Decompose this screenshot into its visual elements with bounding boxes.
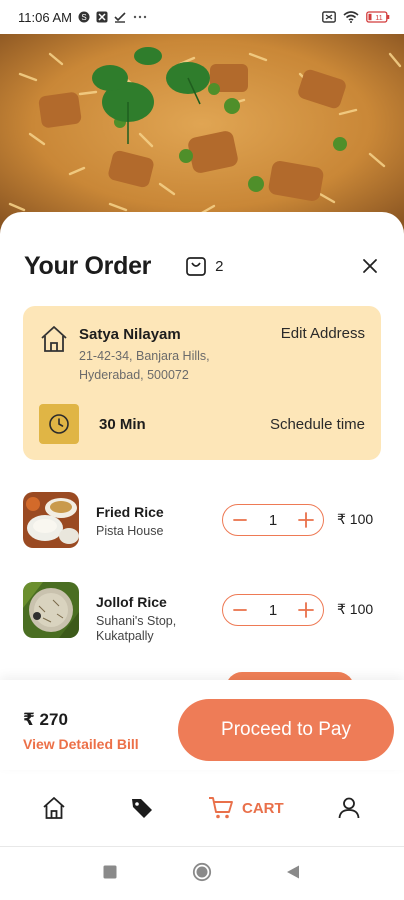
nav-profile[interactable] xyxy=(337,796,361,820)
fried-rice-thumbnail xyxy=(23,492,79,548)
close-button[interactable] xyxy=(358,254,382,278)
schedule-time-link[interactable]: Schedule time xyxy=(270,416,365,433)
svg-text:S: S xyxy=(81,13,86,22)
plus-icon xyxy=(298,602,314,618)
nav-offers[interactable] xyxy=(130,796,154,820)
minus-icon xyxy=(233,609,247,611)
delivery-eta: 30 Min xyxy=(99,416,146,433)
food-hero-image xyxy=(0,34,404,234)
home-icon xyxy=(43,797,65,819)
cart-count-value: 2 xyxy=(215,257,224,275)
item-name: Jollof Rice xyxy=(96,594,167,610)
address-line-2: Hyderabad, 500072 xyxy=(79,368,189,382)
recent-apps-icon[interactable] xyxy=(102,864,118,880)
checkout-bar: ₹ 270 View Detailed Bill Proceed to Pay xyxy=(0,680,404,770)
nav-cart-label: CART xyxy=(242,799,284,817)
minus-icon xyxy=(233,519,247,521)
order-sheet: Your Order 2 Satya Nilayam 21-42-34, Ban… xyxy=(0,212,404,900)
back-icon[interactable] xyxy=(285,864,301,880)
battery-icon: 11 xyxy=(366,11,390,23)
address-line-1: 21-42-34, Banjara Hills, xyxy=(79,349,210,363)
address-card: Satya Nilayam 21-42-34, Banjara Hills, H… xyxy=(23,306,381,460)
system-navigation-bar xyxy=(0,848,404,900)
wifi-icon xyxy=(343,11,359,23)
page-title: Your Order xyxy=(24,251,152,280)
order-item: Fried Rice Pista House 1 ₹ 100 xyxy=(23,492,381,552)
divider xyxy=(0,846,404,847)
decrease-quantity-button[interactable] xyxy=(230,510,250,530)
item-restaurant: Pista House xyxy=(96,524,164,538)
bottom-navigation: CART xyxy=(0,776,404,848)
order-total: ₹ 270 xyxy=(23,710,68,729)
item-name: Fried Rice xyxy=(96,504,164,520)
delivery-time-badge xyxy=(39,404,79,444)
user-icon xyxy=(338,797,360,819)
quantity-stepper: 1 xyxy=(222,594,324,626)
order-item: Jollof Rice Suhani's Stop, Kukatpally 1 … xyxy=(23,582,381,643)
tag-icon xyxy=(132,799,152,818)
system-home-icon[interactable] xyxy=(192,862,212,882)
nav-cart[interactable]: CART xyxy=(208,796,284,820)
plus-icon xyxy=(298,512,314,528)
app-notification-icon xyxy=(96,11,108,23)
proceed-to-pay-button[interactable]: Proceed to Pay xyxy=(178,699,394,761)
increase-quantity-button[interactable] xyxy=(296,510,316,530)
shopping-bag-icon xyxy=(186,257,206,276)
close-icon xyxy=(363,259,377,273)
cart-count: 2 xyxy=(185,255,223,277)
more-notifications-icon xyxy=(133,15,147,19)
quantity-value: 1 xyxy=(268,511,278,529)
nav-home[interactable] xyxy=(42,796,66,820)
item-restaurant: Suhani's Stop, Kukatpally xyxy=(96,614,177,643)
order-header: Your Order 2 xyxy=(24,248,382,284)
edit-address-link[interactable]: Edit Address xyxy=(281,325,365,342)
item-price: ₹ 100 xyxy=(337,601,374,617)
quantity-stepper: 1 xyxy=(222,504,324,536)
jollof-rice-thumbnail xyxy=(23,582,79,638)
item-price: ₹ 100 xyxy=(337,511,374,527)
battery-level: 11 xyxy=(375,15,382,22)
view-bill-link[interactable]: View Detailed Bill xyxy=(23,736,139,752)
skype-icon: S xyxy=(78,11,90,23)
status-bar: 11:06 AM S 11 xyxy=(0,0,404,34)
screen-record-icon xyxy=(322,11,336,23)
home-icon xyxy=(41,326,67,352)
check-icon xyxy=(114,12,126,23)
address-name: Satya Nilayam xyxy=(79,326,181,343)
cart-icon xyxy=(209,797,233,819)
clock-icon xyxy=(49,414,69,434)
increase-quantity-button[interactable] xyxy=(296,600,316,620)
quantity-value: 1 xyxy=(268,601,278,619)
decrease-quantity-button[interactable] xyxy=(230,600,250,620)
status-time: 11:06 AM xyxy=(18,9,72,25)
